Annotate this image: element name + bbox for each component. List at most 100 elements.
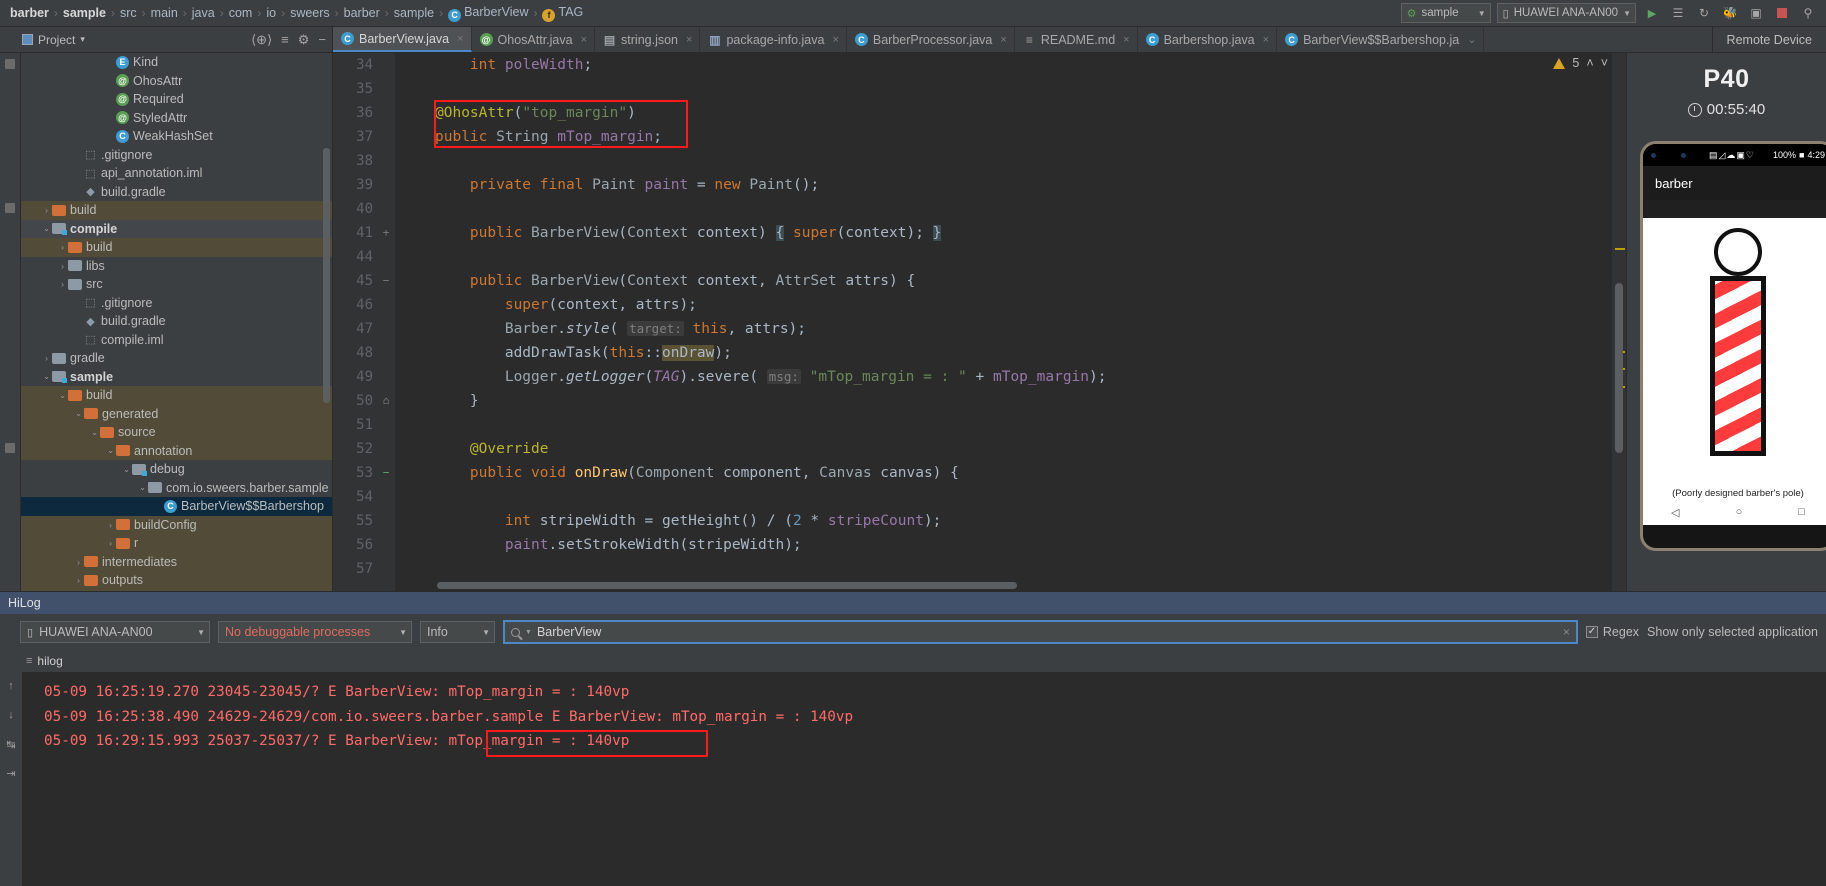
tree-item-build[interactable]: › build xyxy=(21,238,332,257)
breadcrumb-item-java[interactable]: java xyxy=(188,6,219,20)
tree-item-kind[interactable]: E Kind xyxy=(21,53,332,72)
code-line-53[interactable]: 53− public void onDraw(Component compone… xyxy=(333,461,1626,485)
tree-item-compile[interactable]: ⌄ compile xyxy=(21,219,332,238)
log-line-2[interactable]: 05-09 16:25:38.490 24629-24629/com.io.sw… xyxy=(44,705,1826,730)
stop-button[interactable] xyxy=(1772,3,1792,23)
chevron-right-icon[interactable]: › xyxy=(57,261,68,271)
hilog-level-selector[interactable]: Info ▼ xyxy=(420,621,495,643)
close-icon[interactable]: × xyxy=(686,34,692,46)
tree-item-com-io-sweers-barber-sample[interactable]: ⌄ com.io.sweers.barber.sample xyxy=(21,479,332,498)
hilog-search-box[interactable]: ▼ × xyxy=(503,620,1578,644)
code-line-38[interactable]: 38 xyxy=(333,149,1626,173)
code-line-55[interactable]: 55 int stripeWidth = getHeight() / (2 * … xyxy=(333,509,1626,533)
code-line-51[interactable]: 51 xyxy=(333,413,1626,437)
tree-item-debug[interactable]: ⌄ debug xyxy=(21,460,332,479)
regex-checkbox[interactable]: ✓ Regex xyxy=(1585,625,1639,639)
attach-debugger-button[interactable]: ☰ xyxy=(1668,3,1688,23)
tree-item-gradle[interactable]: › gradle xyxy=(21,349,332,368)
code-line-35[interactable]: 35 xyxy=(333,77,1626,101)
editor-tab-package-info-java[interactable]: ▥ package-info.java × xyxy=(700,27,847,52)
breadcrumb-item-tag[interactable]: f TAG xyxy=(538,5,587,22)
breadcrumb-item-io[interactable]: io xyxy=(262,6,280,20)
editor-scrollbar[interactable] xyxy=(1615,283,1623,453)
tree-item-r[interactable]: › r xyxy=(21,534,332,553)
tree-item-source[interactable]: ⌄ source xyxy=(21,423,332,442)
coverage-button[interactable]: ▣ xyxy=(1746,3,1766,23)
breadcrumb-item-sweers[interactable]: sweers xyxy=(286,6,334,20)
nav-home-icon[interactable]: ○ xyxy=(1736,506,1743,518)
log-output[interactable]: 05-09 16:25:19.270 23045-23045/? E Barbe… xyxy=(22,672,1826,886)
tree-item--gitignore[interactable]: ⬚ .gitignore xyxy=(21,146,332,165)
code-line-54[interactable]: 54 xyxy=(333,485,1626,509)
breadcrumb-item-com[interactable]: com xyxy=(225,6,257,20)
project-tree[interactable]: E Kind @ OhosAttr @ Required @ StyledAttr C WeakH… xyxy=(21,53,333,591)
code-line-39[interactable]: 39 private final Paint paint = new Paint… xyxy=(333,173,1626,197)
code-line-41[interactable]: 41 + public BarberView(Context context) {… xyxy=(333,221,1626,245)
breadcrumb-item-barber[interactable]: barber xyxy=(6,6,53,20)
chevron-down-icon[interactable]: ⌄ xyxy=(41,223,52,234)
show-only-selected-application-option[interactable]: Show only selected application xyxy=(1647,625,1818,639)
run-button[interactable]: ▶ xyxy=(1642,3,1662,23)
breadcrumb-item-barberview[interactable]: C BarberView xyxy=(444,5,532,22)
chevron-right-icon[interactable]: › xyxy=(41,353,52,363)
fold-marker-icon[interactable]: − xyxy=(377,269,395,293)
code-line-40[interactable]: 40 xyxy=(333,197,1626,221)
tab-remote-device[interactable]: Remote Device xyxy=(1711,27,1826,52)
close-icon[interactable]: × xyxy=(1263,34,1269,46)
search-input[interactable] xyxy=(536,625,1558,639)
log-line-3[interactable]: 05-09 16:29:15.993 25037-25037/? E Barbe… xyxy=(44,729,1826,754)
tree-item-required[interactable]: @ Required xyxy=(21,90,332,109)
tree-scrollbar[interactable] xyxy=(323,148,330,403)
close-icon[interactable]: × xyxy=(1563,625,1570,639)
search-everywhere-button[interactable]: ⚲ xyxy=(1798,3,1818,23)
code-line-48[interactable]: 48 addDrawTask(this::onDraw); xyxy=(333,341,1626,365)
inspection-widget[interactable]: 5 ˄ ˅ xyxy=(1553,56,1608,70)
chevron-right-icon[interactable]: › xyxy=(41,205,52,215)
tree-item-build[interactable]: › build xyxy=(21,201,332,220)
chevron-down-icon[interactable]: ⌄ xyxy=(137,482,148,493)
scroll-down-icon[interactable]: ↓ xyxy=(3,707,19,723)
gear-icon[interactable]: ⚙ xyxy=(298,32,310,48)
code-line-34[interactable]: 34 int poleWidth; xyxy=(333,53,1626,77)
target-icon[interactable]: ⟨⊕⟩ xyxy=(251,32,272,48)
code-line-46[interactable]: 46 super(context, attrs); xyxy=(333,293,1626,317)
hilog-process-selector[interactable]: No debuggable processes ▼ xyxy=(218,621,412,643)
chevron-down-icon[interactable]: ˅ xyxy=(1601,56,1608,70)
tree-item-libs[interactable]: › libs xyxy=(21,257,332,276)
tree-item-build[interactable]: ⌄ build xyxy=(21,386,332,405)
code-editor[interactable]: 34 int poleWidth; 35 36 @OhosAttr("top_marg… xyxy=(333,53,1626,591)
override-gutter-icon[interactable]: − xyxy=(377,461,395,485)
editor-tab-barberprocessor-java[interactable]: C BarberProcessor.java × xyxy=(847,27,1015,52)
debug-button[interactable]: 🐝 xyxy=(1720,3,1740,23)
code-line-44[interactable]: 44 xyxy=(333,245,1626,269)
hilog-title-bar[interactable]: HiLog xyxy=(0,592,1826,614)
close-icon[interactable]: × xyxy=(1123,34,1129,46)
chevron-right-icon[interactable]: › xyxy=(105,520,116,530)
tree-item--gitignore[interactable]: ⬚ .gitignore xyxy=(21,294,332,313)
tree-item-src[interactable]: › src xyxy=(21,275,332,294)
run-configuration-selector[interactable]: ⚙ sample ▼ xyxy=(1400,3,1491,23)
chevron-down-icon[interactable]: ⌄ xyxy=(89,427,100,438)
tree-item-weakhashset[interactable]: C WeakHashSet xyxy=(21,127,332,146)
chevron-up-icon[interactable]: ˄ xyxy=(1586,56,1593,70)
tree-item-intermediates[interactable]: › intermediates xyxy=(21,552,332,571)
breadcrumb-item-sample[interactable]: sample xyxy=(59,6,110,20)
phone-nav-bar[interactable]: ◁ ○ □ xyxy=(1643,499,1826,525)
close-icon[interactable]: × xyxy=(1000,34,1006,46)
code-line-57[interactable]: 57 xyxy=(333,557,1626,581)
code-line-56[interactable]: 56 paint.setStrokeWidth(stripeWidth); xyxy=(333,533,1626,557)
project-panel-title[interactable]: Project ▾ xyxy=(22,33,85,47)
chevron-right-icon[interactable]: › xyxy=(73,575,84,585)
breadcrumb-item-main[interactable]: main xyxy=(147,6,182,20)
soft-wrap-icon[interactable]: ↹ xyxy=(3,736,19,752)
chevron-down-icon[interactable]: ⌄ xyxy=(105,445,116,456)
tree-item-buildconfig[interactable]: › buildConfig xyxy=(21,515,332,534)
close-icon[interactable]: × xyxy=(832,34,838,46)
hilog-tab-bar[interactable]: ≡ hilog xyxy=(22,650,1826,672)
fold-marker-icon[interactable]: + xyxy=(377,221,395,245)
chevron-down-icon[interactable]: ⌄ xyxy=(121,464,132,475)
hilog-device-selector[interactable]: ▯ HUAWEI ANA-AN00 ▼ xyxy=(20,621,210,643)
chevron-right-icon[interactable]: › xyxy=(57,279,68,289)
chevron-down-icon[interactable]: ⌄ xyxy=(41,371,52,382)
close-icon[interactable]: × xyxy=(581,34,587,46)
